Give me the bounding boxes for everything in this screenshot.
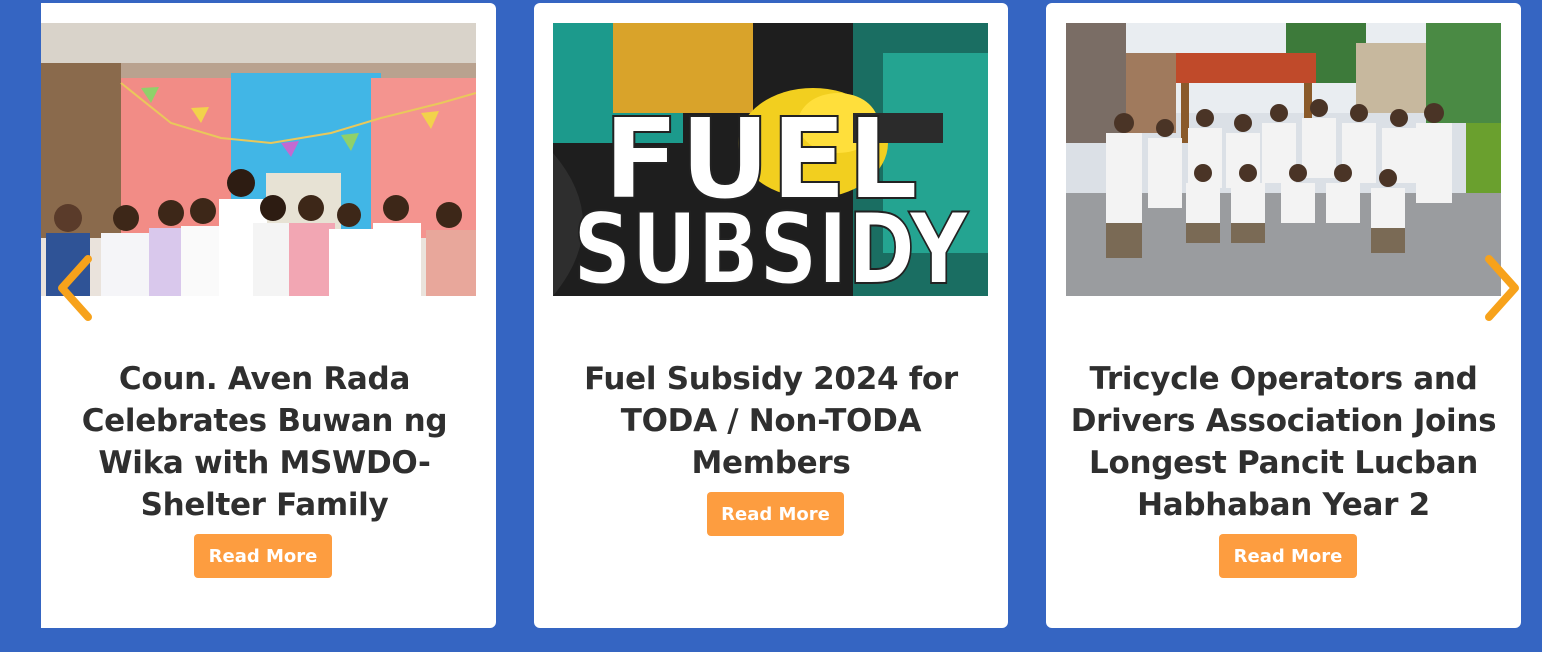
news-card-title[interactable]: Tricycle Operators and Drivers Associati… <box>1046 358 1521 526</box>
news-card-title[interactable]: Fuel Subsidy 2024 for TODA / Non-TODA Me… <box>534 358 1008 484</box>
news-card: Coun. Aven Rada Celebrates Buwan ng Wika… <box>41 3 496 628</box>
chevron-right-icon <box>1485 255 1519 321</box>
image-text-subsidy: SUBSIDY <box>573 193 969 296</box>
carousel-next-button[interactable] <box>1477 253 1527 323</box>
carousel-prev-button[interactable] <box>52 253 102 323</box>
read-more-button[interactable]: Read More <box>1219 534 1357 578</box>
news-card: Tricycle Operators and Drivers Associati… <box>1046 3 1521 628</box>
read-more-button[interactable]: Read More <box>707 492 844 536</box>
read-more-button[interactable]: Read More <box>194 534 332 578</box>
chevron-left-icon <box>58 255 92 321</box>
news-card-title[interactable]: Coun. Aven Rada Celebrates Buwan ng Wika… <box>41 358 496 526</box>
news-card: FUEL SUBSIDY Fuel Subsidy 2024 for TODA … <box>534 3 1008 628</box>
news-card-image[interactable] <box>1066 23 1501 296</box>
news-card-image[interactable] <box>41 23 476 296</box>
news-card-image[interactable]: FUEL SUBSIDY <box>553 23 988 296</box>
news-carousel: Coun. Aven Rada Celebrates Buwan ng Wika… <box>0 0 1542 652</box>
